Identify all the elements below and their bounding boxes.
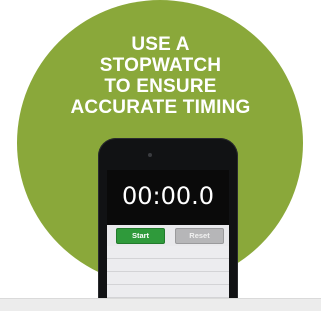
headline: USE A STOPWATCH TO ENSURE ACCURATE TIMIN… [0,34,321,118]
headline-line-2: STOPWATCH [99,55,222,76]
lap-list [107,246,229,300]
stopwatch-graphic: USE A STOPWATCH TO ENSURE ACCURATE TIMIN… [0,0,321,311]
list-row [107,285,229,298]
list-row [107,259,229,272]
phone-screen: 00:00.0 Start Reset [107,170,229,300]
speaker-icon [148,153,152,157]
headline-line-4: ACCURATE TIMING [70,97,251,118]
list-row [107,272,229,285]
headline-line-3: TO ENSURE [104,76,217,97]
time-display: 00:00.0 [107,170,229,225]
list-row [107,246,229,259]
headline-line-1: USE A [131,34,190,55]
timer-readout: 00:00.0 [121,182,215,210]
bottom-bar [0,298,321,311]
start-button[interactable]: Start [116,228,165,244]
reset-button[interactable]: Reset [175,228,224,244]
